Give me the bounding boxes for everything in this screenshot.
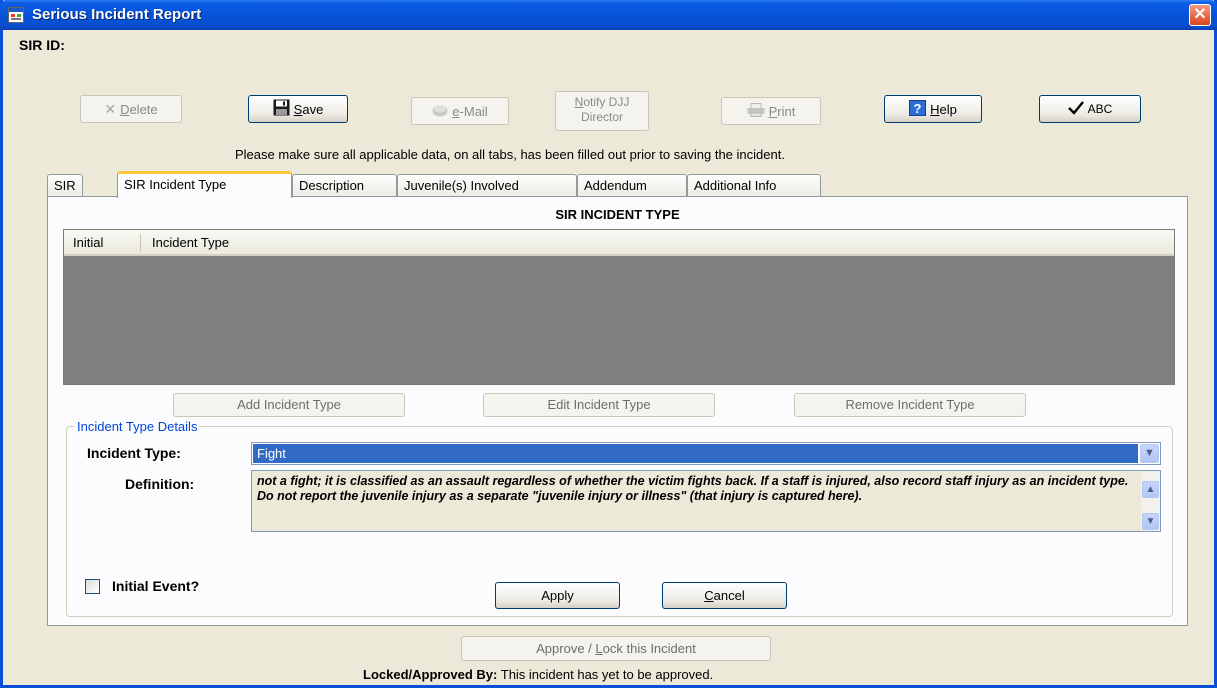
column-divider	[140, 234, 141, 251]
sir-id-label: SIR ID:	[19, 37, 65, 53]
tab-sir[interactable]: SIR	[47, 174, 83, 197]
scroll-down-icon[interactable]: ▼	[1142, 513, 1159, 530]
floppy-icon	[273, 99, 290, 119]
help-icon: ?	[909, 99, 927, 119]
mail-icon	[432, 103, 448, 120]
locked-approved-label: Locked/Approved By:	[363, 667, 498, 682]
definition-label: Definition:	[125, 476, 195, 492]
close-icon: ✕	[1193, 6, 1207, 23]
email-button[interactable]: e-Mail	[411, 97, 509, 125]
incident-type-details-group: Incident Type Details Incident Type: Fig…	[66, 419, 1173, 617]
remove-incident-type-button[interactable]: Remove Incident Type	[794, 393, 1026, 417]
definition-textbox[interactable]: not a fight; it is classified as an assa…	[251, 470, 1161, 532]
notify-label-line1: Notify DJJ	[574, 95, 630, 109]
save-label: Save	[293, 101, 324, 117]
save-button[interactable]: Save	[248, 95, 348, 123]
print-button[interactable]: Print	[721, 97, 821, 125]
title-bar: Serious Incident Report ✕	[0, 0, 1217, 30]
delete-label: Delete	[120, 101, 158, 117]
app-form-icon	[8, 7, 24, 23]
checkmark-icon	[1067, 100, 1084, 118]
serious-incident-report-window: Serious Incident Report ✕ SIR ID: ✕ Dele…	[0, 0, 1217, 688]
tab-additional-info[interactable]: Additional Info	[687, 174, 821, 197]
help-button[interactable]: ? Help	[884, 95, 982, 123]
scroll-up-icon[interactable]: ▲	[1142, 481, 1159, 498]
initial-event-label: Initial Event?	[112, 578, 200, 594]
tab-sir-incident-type[interactable]: SIR Incident Type	[117, 171, 292, 198]
column-incident-type[interactable]: Incident Type	[152, 235, 229, 250]
details-legend: Incident Type Details	[75, 419, 200, 434]
incident-type-select[interactable]: Fight ▼	[251, 442, 1161, 465]
delete-x-icon: ✕	[104, 100, 117, 117]
edit-incident-type-button[interactable]: Edit Incident Type	[483, 393, 715, 417]
printer-icon	[747, 102, 765, 120]
print-label: Print	[768, 103, 796, 119]
incident-type-grid[interactable]: Initial Incident Type	[63, 229, 1175, 385]
incident-type-selected-value: Fight	[253, 444, 1138, 463]
svg-text:?: ?	[914, 101, 922, 116]
spell-check-label: ABC	[1087, 102, 1113, 116]
help-label: Help	[930, 101, 957, 117]
add-incident-type-button[interactable]: Add Incident Type	[173, 393, 405, 417]
email-label: e-Mail	[452, 103, 488, 119]
panel-title: SIR INCIDENT TYPE	[555, 207, 680, 222]
apply-button[interactable]: Apply	[495, 582, 620, 609]
grid-header: Initial Incident Type	[64, 230, 1174, 256]
approve-lock-incident-button[interactable]: Approve / Lock this Incident	[461, 636, 771, 661]
definition-text: not a fight; it is classified as an assa…	[257, 474, 1129, 503]
tab-description[interactable]: Description	[292, 174, 397, 197]
column-initial[interactable]: Initial	[73, 235, 103, 250]
close-window-button[interactable]: ✕	[1189, 4, 1211, 26]
window-title: Serious Incident Report	[32, 6, 202, 23]
tab-addendum[interactable]: Addendum	[577, 174, 687, 197]
locked-approved-value: This incident has yet to be approved.	[500, 667, 714, 682]
chevron-down-icon[interactable]: ▼	[1140, 444, 1159, 463]
delete-button[interactable]: ✕ Delete	[80, 95, 182, 123]
sir-incident-type-panel: SIR INCIDENT TYPE Initial Incident Type …	[47, 196, 1188, 626]
initial-event-checkbox[interactable]	[85, 579, 100, 594]
tab-juveniles-involved[interactable]: Juvenile(s) Involved	[397, 174, 577, 197]
notify-djj-director-button[interactable]: Notify DJJ Director	[555, 91, 649, 131]
cancel-button[interactable]: Cancel	[662, 582, 787, 609]
locked-approved-status: Locked/Approved By: This incident has ye…	[363, 667, 713, 682]
definition-scrollbar[interactable]: ▲ ▼	[1141, 471, 1160, 531]
notify-label-line2: Director	[580, 110, 623, 124]
spell-check-button[interactable]: ABC	[1039, 95, 1141, 123]
save-notice: Please make sure all applicable data, on…	[235, 147, 785, 162]
incident-type-label: Incident Type:	[87, 445, 181, 461]
